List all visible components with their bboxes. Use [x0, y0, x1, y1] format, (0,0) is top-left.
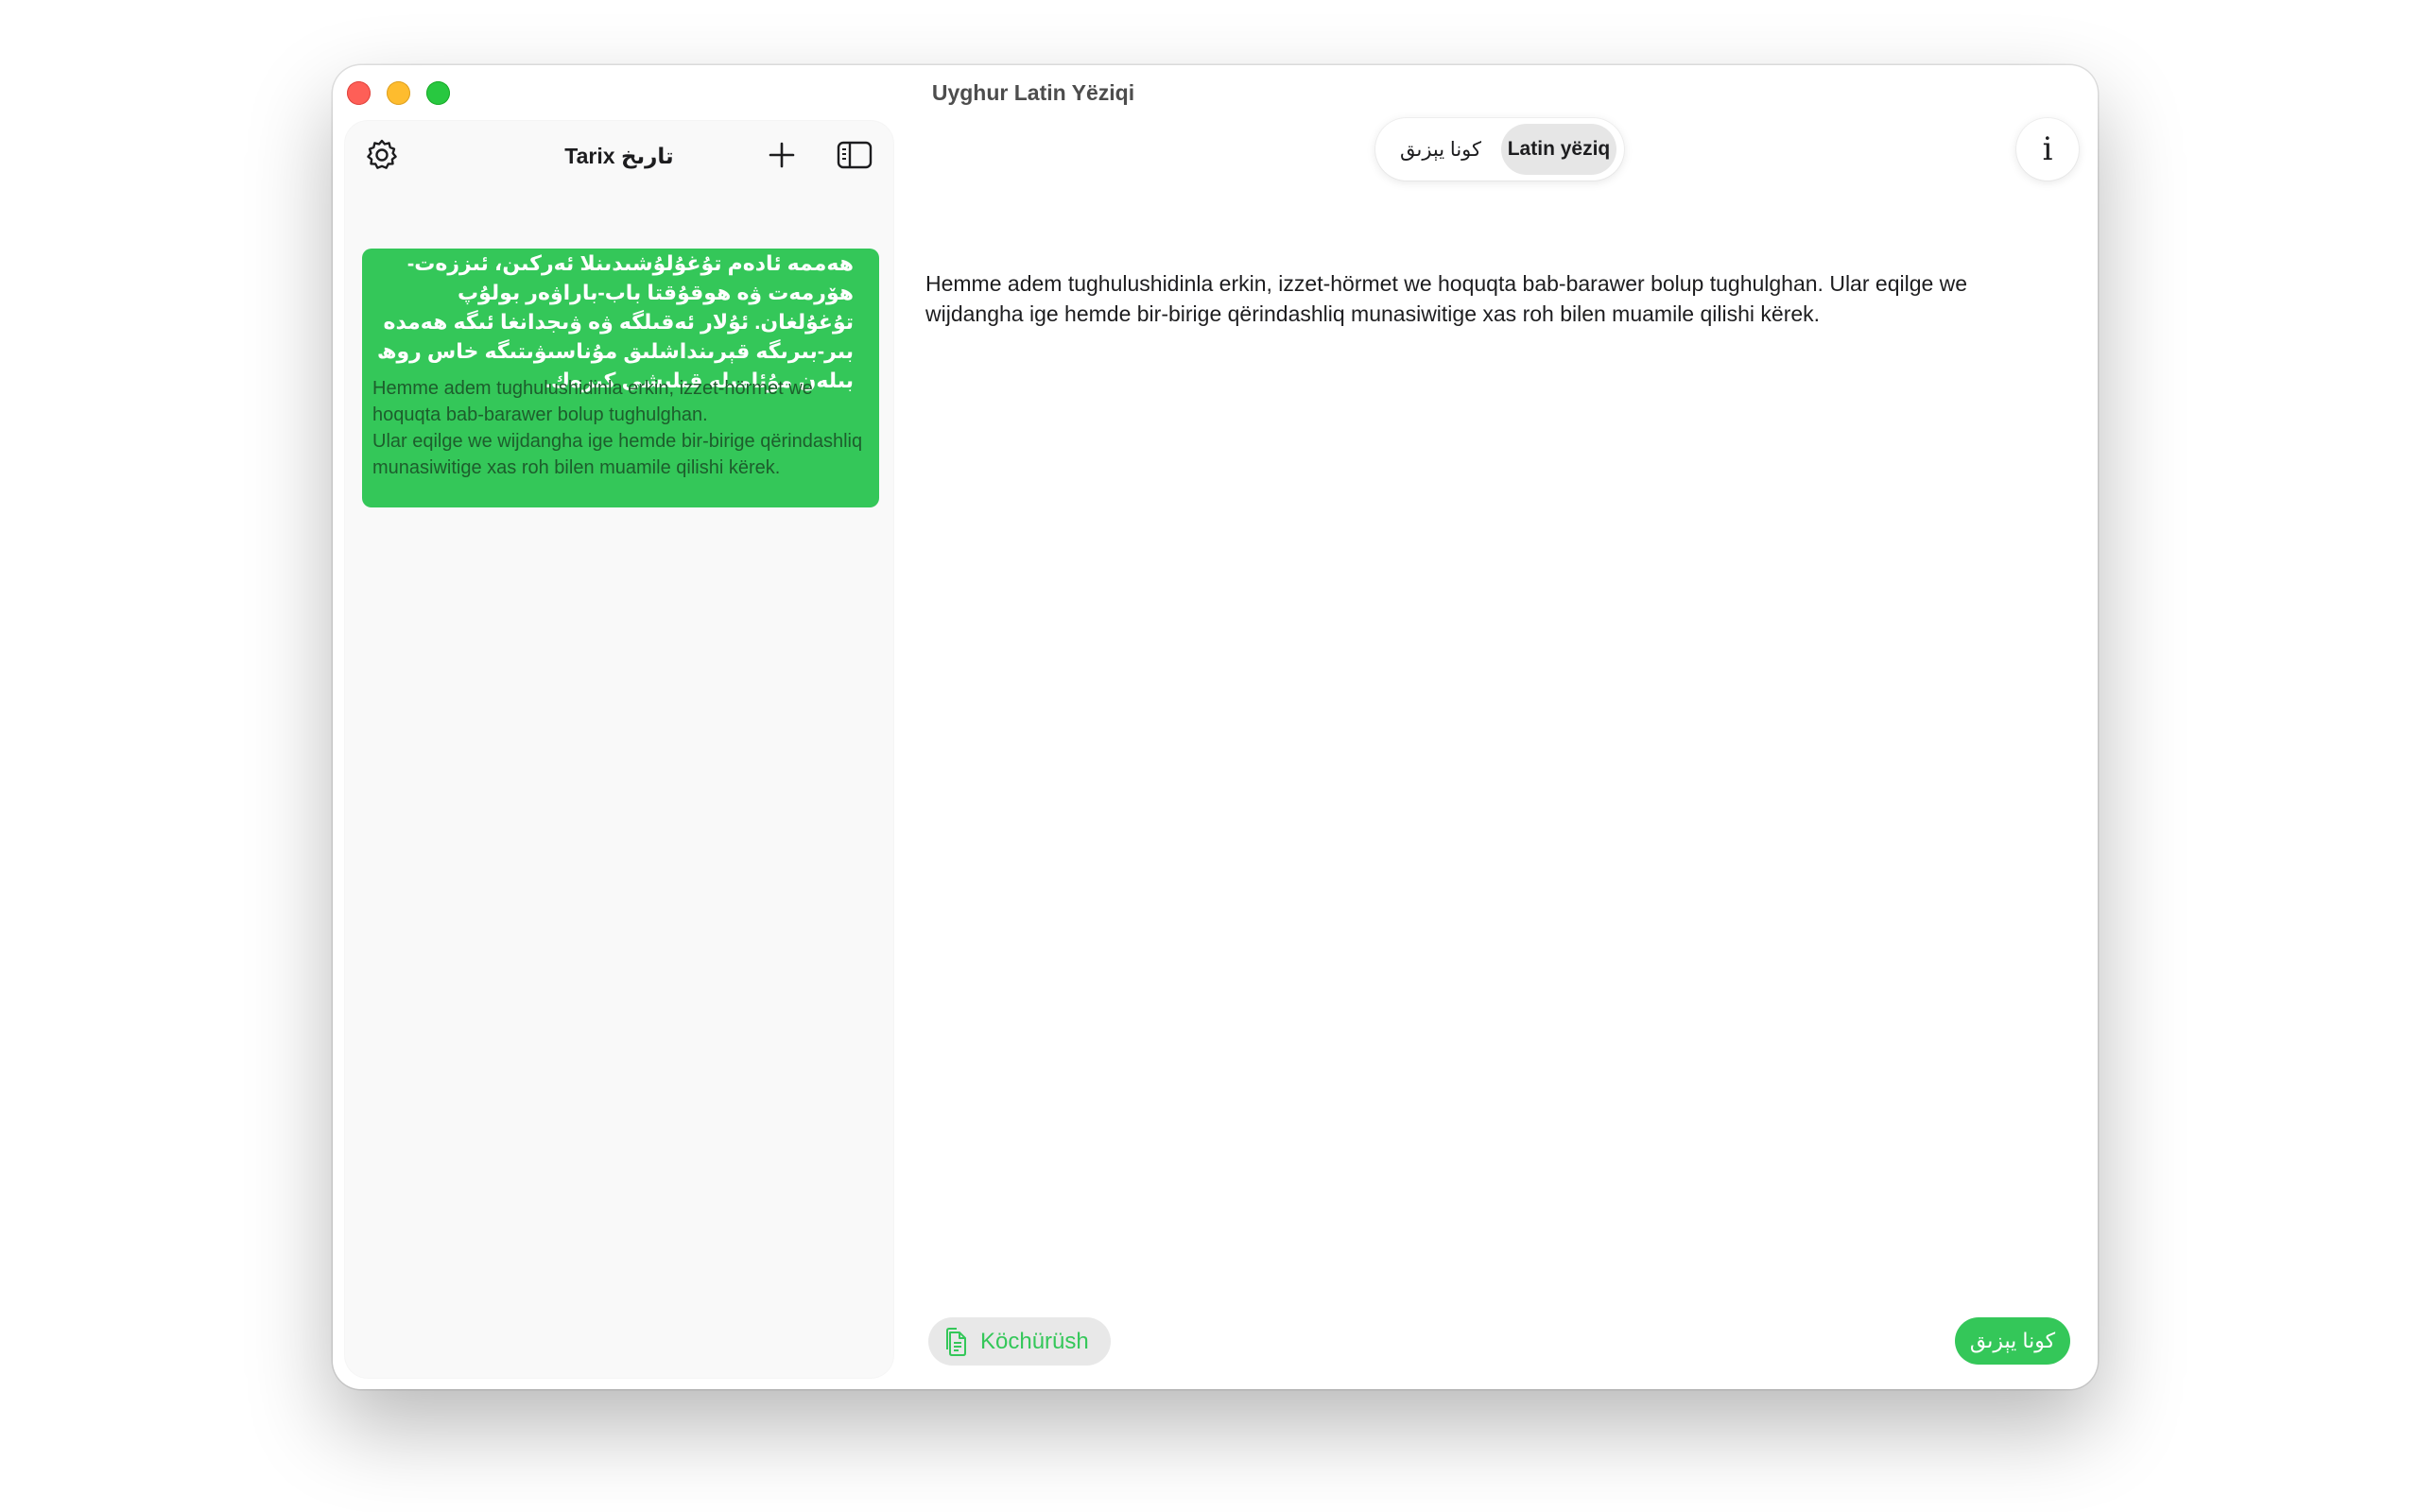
sidebar-title: Tarix تارىخ: [564, 144, 674, 168]
segment-old-script[interactable]: كونا يېزىق: [1383, 124, 1498, 175]
history-item-latin-text: Hemme adem tughulushidinla erkin, izzet-…: [372, 378, 863, 478]
sidebar-icon: [837, 141, 873, 169]
history-list-item[interactable]: ھەممە ئادەم تۇغۇلۇشىدىنلا ئەركىن، ئىززەت…: [362, 249, 879, 507]
convert-to-old-script-button[interactable]: كونا يېزىق: [1955, 1317, 2070, 1365]
toggle-sidebar-button[interactable]: [836, 139, 873, 171]
title-bar: Uyghur Latin Yëziqi: [333, 65, 2098, 122]
script-segmented-control: كونا يېزىق Latin yëziq: [1375, 118, 1624, 180]
window-title: Uyghur Latin Yëziqi: [931, 80, 1135, 105]
app-window: Uyghur Latin Yëziqi Tarix تارىخ ھەممە ئا…: [333, 65, 2098, 1389]
history-sidebar: Tarix تارىخ ھەممە ئادەم تۇغۇلۇشىدىنلا ئە…: [345, 121, 893, 1378]
copy-button[interactable]: Köchürüsh: [928, 1317, 1111, 1366]
converted-text-area[interactable]: Hemme adem tughulushidinla erkin, izzet-…: [925, 268, 2060, 329]
info-button[interactable]: i: [2016, 118, 2079, 180]
plus-icon: [769, 142, 795, 168]
info-icon: i: [2042, 130, 2053, 168]
desktop: Uyghur Latin Yëziqi Tarix تارىخ ھەممە ئا…: [0, 0, 2420, 1512]
sidebar-header: Tarix تارىخ: [345, 121, 893, 187]
segment-latin-script[interactable]: Latin yëziq: [1501, 124, 1616, 175]
new-item-button[interactable]: [764, 137, 800, 173]
copy-button-label: Köchürüsh: [980, 1328, 1089, 1354]
history-item-arabic-text: ھەممە ئادەم تۇغۇلۇشىدىنلا ئەركىن، ئىززەت…: [371, 251, 854, 392]
document-copy-icon: [946, 1327, 966, 1356]
